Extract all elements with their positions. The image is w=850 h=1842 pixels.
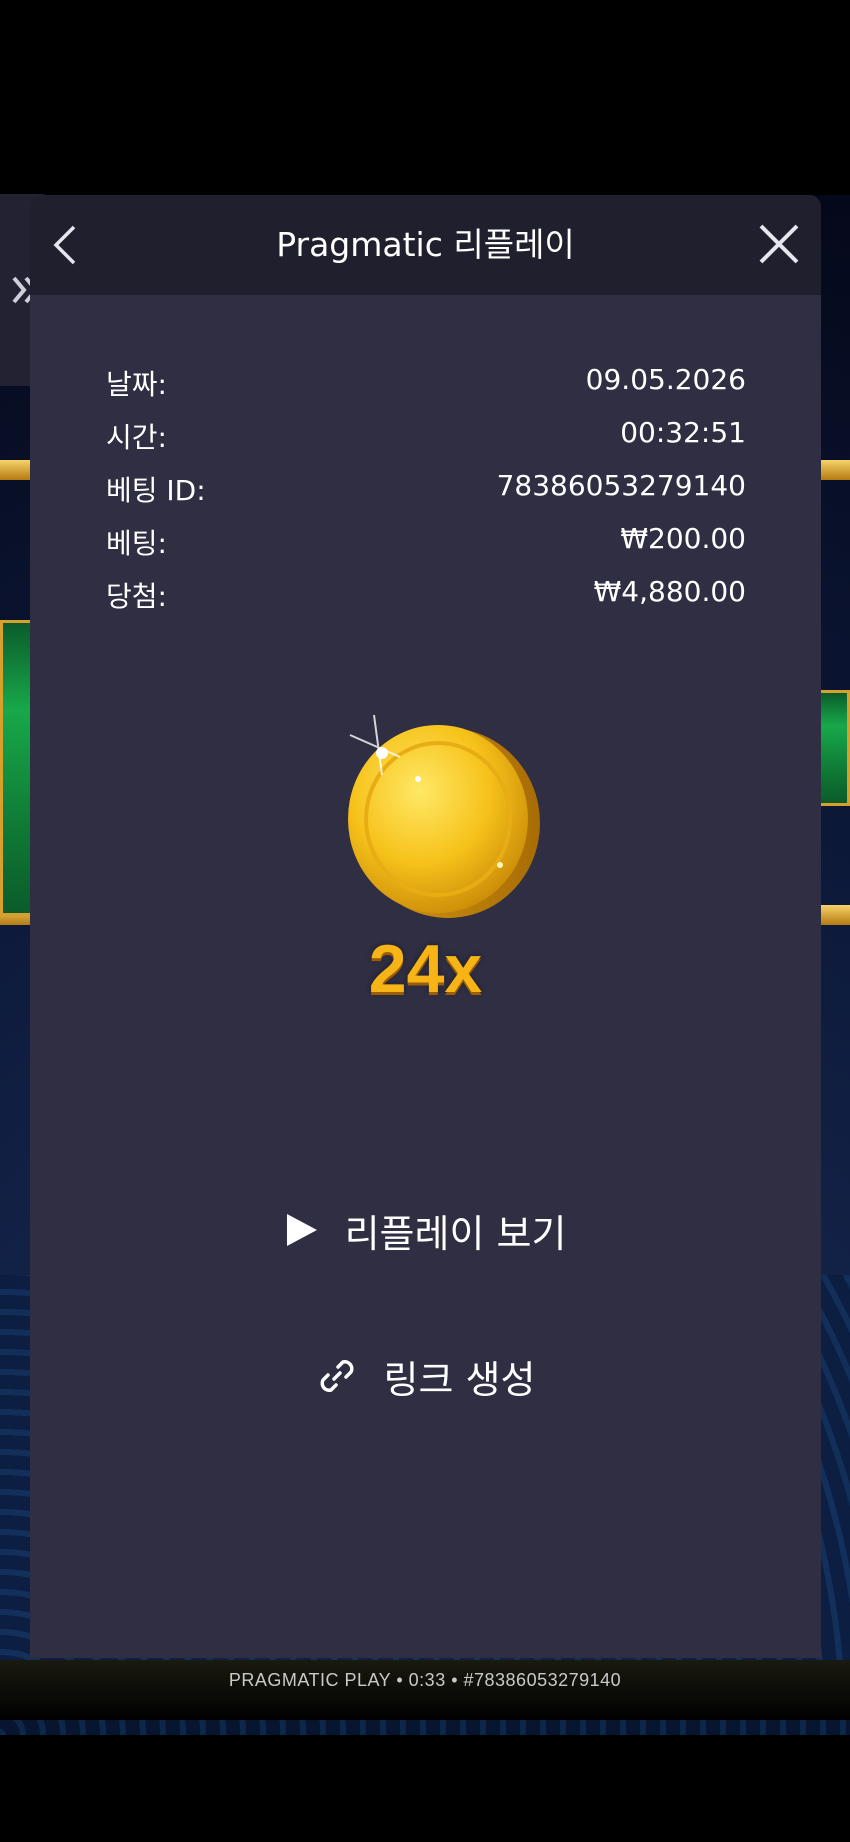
- detail-label: 시간:: [106, 421, 167, 454]
- detail-row-win: 당첨: ₩4,880.00: [106, 575, 746, 619]
- close-button[interactable]: [756, 221, 802, 267]
- detail-value: 09.05.2026: [585, 363, 746, 396]
- footer-caption: PRAGMATIC PLAY • 0:33 • #78386053279140: [228, 1670, 622, 1690]
- detail-value: ₩200.00: [620, 522, 746, 555]
- detail-value: 00:32:51: [620, 416, 746, 449]
- replay-modal: Pragmatic 리플레이 날짜: 09.05.2026 시간: 00:32:…: [30, 195, 821, 1658]
- detail-value: 78386053279140: [496, 469, 746, 502]
- detail-value: ₩4,880.00: [593, 575, 746, 608]
- detail-label: 베팅:: [106, 527, 167, 560]
- create-link-label: 링크 생성: [383, 1357, 536, 1402]
- detail-row-date: 날짜: 09.05.2026: [106, 363, 746, 407]
- play-icon: [286, 1214, 317, 1246]
- detail-label: 베팅 ID:: [106, 474, 206, 507]
- create-link-button[interactable]: 링크 생성: [30, 1341, 821, 1411]
- link-icon: [320, 1360, 354, 1392]
- close-icon: [759, 224, 799, 264]
- back-button[interactable]: [46, 223, 86, 267]
- detail-label: 당첨:: [106, 580, 167, 613]
- modal-header: Pragmatic 리플레이: [30, 195, 821, 295]
- watch-replay-button[interactable]: 리플레이 보기: [30, 1195, 821, 1265]
- detail-row-bet-id: 베팅 ID: 78386053279140: [106, 469, 746, 513]
- chevron-left-icon: [53, 225, 76, 265]
- detail-label: 날짜:: [106, 368, 167, 401]
- win-multiplier: 24x: [368, 931, 483, 1007]
- gold-trim: [0, 460, 30, 480]
- detail-row-time: 시간: 00:32:51: [106, 416, 746, 460]
- modal-title: Pragmatic 리플레이: [276, 225, 575, 264]
- watch-replay-label: 리플레이 보기: [344, 1211, 567, 1256]
- gold-trim: [820, 905, 850, 925]
- gold-trim: [820, 460, 850, 480]
- detail-row-bet: 베팅: ₩200.00: [106, 522, 746, 566]
- gold-coin-icon: [330, 695, 550, 935]
